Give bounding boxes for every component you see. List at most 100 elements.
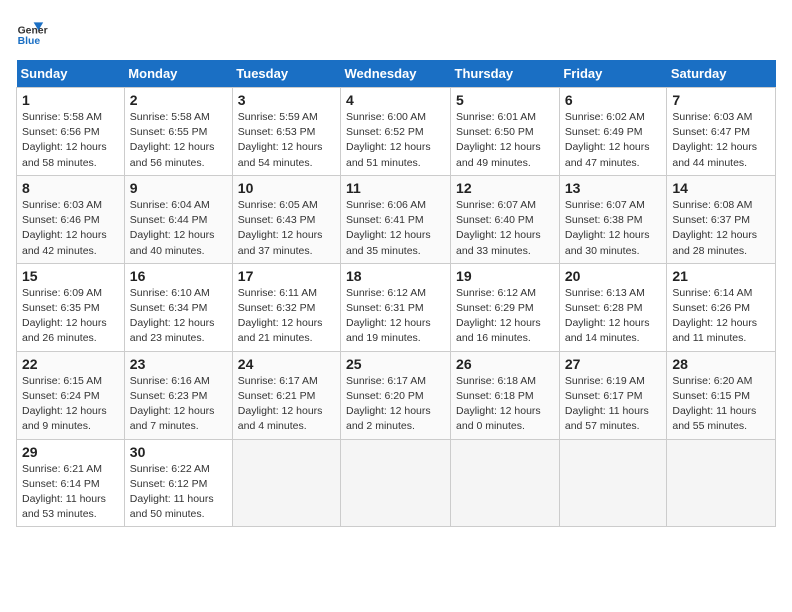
day-number: 11 <box>346 180 445 196</box>
day-number: 14 <box>672 180 770 196</box>
calendar-cell: 13 Sunrise: 6:07 AMSunset: 6:38 PMDayligh… <box>559 175 667 263</box>
day-info: Sunrise: 6:05 AMSunset: 6:43 PMDaylight:… <box>238 198 335 259</box>
calendar-cell: 26Sunrise: 6:18 AMSunset: 6:18 PMDayligh… <box>451 351 560 439</box>
day-number: 20 <box>565 268 662 284</box>
col-header-thursday: Thursday <box>451 60 560 88</box>
day-info: Sunrise: 6:11 AMSunset: 6:32 PMDaylight:… <box>238 286 335 347</box>
svg-text:Blue: Blue <box>18 36 41 47</box>
day-info: Sunrise: 6:12 AMSunset: 6:31 PMDaylight:… <box>346 286 445 347</box>
day-info: Sunrise: 6:18 AMSunset: 6:18 PMDaylight:… <box>456 374 554 435</box>
day-number: 13 <box>565 180 662 196</box>
day-number: 6 <box>565 92 662 108</box>
day-info: Sunrise: 6:01 AMSunset: 6:50 PMDaylight:… <box>456 110 554 171</box>
day-number: 21 <box>672 268 770 284</box>
day-number: 28 <box>672 356 770 372</box>
calendar-cell: 4 Sunrise: 6:00 AMSunset: 6:52 PMDaylight… <box>341 88 451 176</box>
calendar-cell: 14 Sunrise: 6:08 AMSunset: 6:37 PMDayligh… <box>667 175 776 263</box>
day-info: Sunrise: 6:07 AMSunset: 6:38 PMDaylight:… <box>565 198 662 259</box>
logo-icon: General Blue <box>16 16 48 48</box>
calendar-week-3: 22Sunrise: 6:15 AMSunset: 6:24 PMDayligh… <box>17 351 776 439</box>
day-number: 16 <box>130 268 227 284</box>
calendar-week-1: 8 Sunrise: 6:03 AMSunset: 6:46 PMDaylight… <box>17 175 776 263</box>
day-info: Sunrise: 6:17 AMSunset: 6:21 PMDaylight:… <box>238 374 335 435</box>
day-info: Sunrise: 5:58 AMSunset: 6:55 PMDaylight:… <box>130 110 227 171</box>
calendar-cell: 3 Sunrise: 5:59 AMSunset: 6:53 PMDaylight… <box>232 88 340 176</box>
day-number: 15 <box>22 268 119 284</box>
day-info: Sunrise: 5:58 AMSunset: 6:56 PMDaylight:… <box>22 110 119 171</box>
svg-text:General: General <box>18 26 48 37</box>
day-info: Sunrise: 6:08 AMSunset: 6:37 PMDaylight:… <box>672 198 770 259</box>
calendar-cell: 18 Sunrise: 6:12 AMSunset: 6:31 PMDayligh… <box>341 263 451 351</box>
calendar-cell: 12 Sunrise: 6:07 AMSunset: 6:40 PMDayligh… <box>451 175 560 263</box>
col-header-tuesday: Tuesday <box>232 60 340 88</box>
calendar-cell: 17 Sunrise: 6:11 AMSunset: 6:32 PMDayligh… <box>232 263 340 351</box>
col-header-wednesday: Wednesday <box>341 60 451 88</box>
col-header-monday: Monday <box>124 60 232 88</box>
calendar-cell: 8 Sunrise: 6:03 AMSunset: 6:46 PMDaylight… <box>17 175 125 263</box>
day-info: Sunrise: 6:06 AMSunset: 6:41 PMDaylight:… <box>346 198 445 259</box>
day-number: 12 <box>456 180 554 196</box>
page-header: General Blue <box>16 16 776 48</box>
day-info: Sunrise: 6:03 AMSunset: 6:46 PMDaylight:… <box>22 198 119 259</box>
calendar-cell: 2 Sunrise: 5:58 AMSunset: 6:55 PMDaylight… <box>124 88 232 176</box>
day-info: Sunrise: 6:21 AMSunset: 6:14 PMDaylight:… <box>22 462 119 523</box>
calendar-cell <box>341 439 451 527</box>
day-info: Sunrise: 5:59 AMSunset: 6:53 PMDaylight:… <box>238 110 335 171</box>
day-number: 1 <box>22 92 119 108</box>
day-number: 19 <box>456 268 554 284</box>
calendar-week-0: 1 Sunrise: 5:58 AMSunset: 6:56 PMDaylight… <box>17 88 776 176</box>
calendar-cell: 6Sunrise: 6:02 AMSunset: 6:49 PMDaylight… <box>559 88 667 176</box>
day-info: Sunrise: 6:04 AMSunset: 6:44 PMDaylight:… <box>130 198 227 259</box>
calendar-cell: 19 Sunrise: 6:12 AMSunset: 6:29 PMDayligh… <box>451 263 560 351</box>
day-number: 23 <box>130 356 227 372</box>
day-info: Sunrise: 6:20 AMSunset: 6:15 PMDaylight:… <box>672 374 770 435</box>
calendar-table: SundayMondayTuesdayWednesdayThursdayFrid… <box>16 60 776 527</box>
calendar-cell: 23 Sunrise: 6:16 AMSunset: 6:23 PMDayligh… <box>124 351 232 439</box>
day-number: 25 <box>346 356 445 372</box>
day-number: 3 <box>238 92 335 108</box>
day-info: Sunrise: 6:12 AMSunset: 6:29 PMDaylight:… <box>456 286 554 347</box>
calendar-cell: 15 Sunrise: 6:09 AMSunset: 6:35 PMDayligh… <box>17 263 125 351</box>
calendar-cell: 25 Sunrise: 6:17 AMSunset: 6:20 PMDayligh… <box>341 351 451 439</box>
day-number: 30 <box>130 444 227 460</box>
calendar-cell: 27Sunrise: 6:19 AMSunset: 6:17 PMDayligh… <box>559 351 667 439</box>
day-info: Sunrise: 6:09 AMSunset: 6:35 PMDaylight:… <box>22 286 119 347</box>
day-info: Sunrise: 6:14 AMSunset: 6:26 PMDaylight:… <box>672 286 770 347</box>
col-header-sunday: Sunday <box>17 60 125 88</box>
day-number: 4 <box>346 92 445 108</box>
day-number: 8 <box>22 180 119 196</box>
calendar-cell <box>451 439 560 527</box>
day-info: Sunrise: 6:19 AMSunset: 6:17 PMDaylight:… <box>565 374 662 435</box>
day-info: Sunrise: 6:16 AMSunset: 6:23 PMDaylight:… <box>130 374 227 435</box>
day-info: Sunrise: 6:00 AMSunset: 6:52 PMDaylight:… <box>346 110 445 171</box>
logo: General Blue <box>16 16 52 48</box>
calendar-cell: 24 Sunrise: 6:17 AMSunset: 6:21 PMDayligh… <box>232 351 340 439</box>
day-number: 24 <box>238 356 335 372</box>
calendar-cell <box>667 439 776 527</box>
calendar-cell: 10 Sunrise: 6:05 AMSunset: 6:43 PMDayligh… <box>232 175 340 263</box>
calendar-cell: 9Sunrise: 6:04 AMSunset: 6:44 PMDaylight… <box>124 175 232 263</box>
calendar-cell: 7 Sunrise: 6:03 AMSunset: 6:47 PMDaylight… <box>667 88 776 176</box>
day-number: 10 <box>238 180 335 196</box>
day-info: Sunrise: 6:17 AMSunset: 6:20 PMDaylight:… <box>346 374 445 435</box>
day-number: 7 <box>672 92 770 108</box>
day-info: Sunrise: 6:15 AMSunset: 6:24 PMDaylight:… <box>22 374 119 435</box>
calendar-week-2: 15 Sunrise: 6:09 AMSunset: 6:35 PMDayligh… <box>17 263 776 351</box>
calendar-week-4: 29 Sunrise: 6:21 AMSunset: 6:14 PMDayligh… <box>17 439 776 527</box>
calendar-cell: 30 Sunrise: 6:22 AMSunset: 6:12 PMDayligh… <box>124 439 232 527</box>
calendar-cell: 21 Sunrise: 6:14 AMSunset: 6:26 PMDayligh… <box>667 263 776 351</box>
day-info: Sunrise: 6:10 AMSunset: 6:34 PMDaylight:… <box>130 286 227 347</box>
calendar-cell: 22Sunrise: 6:15 AMSunset: 6:24 PMDayligh… <box>17 351 125 439</box>
day-number: 17 <box>238 268 335 284</box>
day-number: 18 <box>346 268 445 284</box>
day-info: Sunrise: 6:13 AMSunset: 6:28 PMDaylight:… <box>565 286 662 347</box>
calendar-cell <box>559 439 667 527</box>
day-info: Sunrise: 6:22 AMSunset: 6:12 PMDaylight:… <box>130 462 227 523</box>
calendar-cell: 29 Sunrise: 6:21 AMSunset: 6:14 PMDayligh… <box>17 439 125 527</box>
day-info: Sunrise: 6:07 AMSunset: 6:40 PMDaylight:… <box>456 198 554 259</box>
day-number: 29 <box>22 444 119 460</box>
day-number: 2 <box>130 92 227 108</box>
calendar-cell: 16 Sunrise: 6:10 AMSunset: 6:34 PMDayligh… <box>124 263 232 351</box>
calendar-cell: 28 Sunrise: 6:20 AMSunset: 6:15 PMDayligh… <box>667 351 776 439</box>
day-info: Sunrise: 6:03 AMSunset: 6:47 PMDaylight:… <box>672 110 770 171</box>
